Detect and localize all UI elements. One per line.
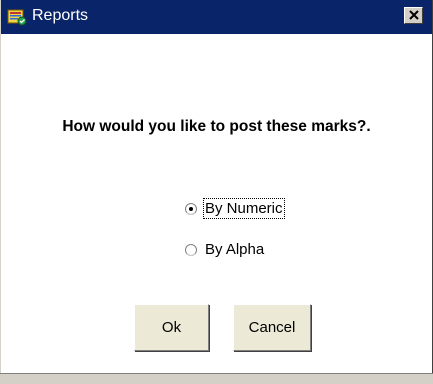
background-window-strip (0, 373, 433, 384)
window-title: Reports (32, 7, 89, 24)
close-button[interactable] (404, 7, 423, 24)
title-bar[interactable]: Reports (1, 0, 432, 34)
ok-button[interactable]: Ok (134, 304, 209, 351)
radio-unselected-icon[interactable] (185, 243, 197, 256)
radio-label-numeric[interactable]: By Numeric (203, 198, 285, 219)
reports-app-icon (7, 7, 27, 27)
radio-option-alpha[interactable]: By Alpha (185, 240, 265, 259)
radio-selected-icon[interactable] (185, 202, 197, 215)
radio-label-alpha[interactable]: By Alpha (204, 240, 265, 259)
reports-dialog: Reports How would you like to post these… (0, 0, 433, 373)
cancel-button[interactable]: Cancel (233, 304, 311, 351)
question-text: How would you like to post these marks?. (62, 118, 371, 135)
radio-option-numeric[interactable]: By Numeric (185, 198, 285, 219)
